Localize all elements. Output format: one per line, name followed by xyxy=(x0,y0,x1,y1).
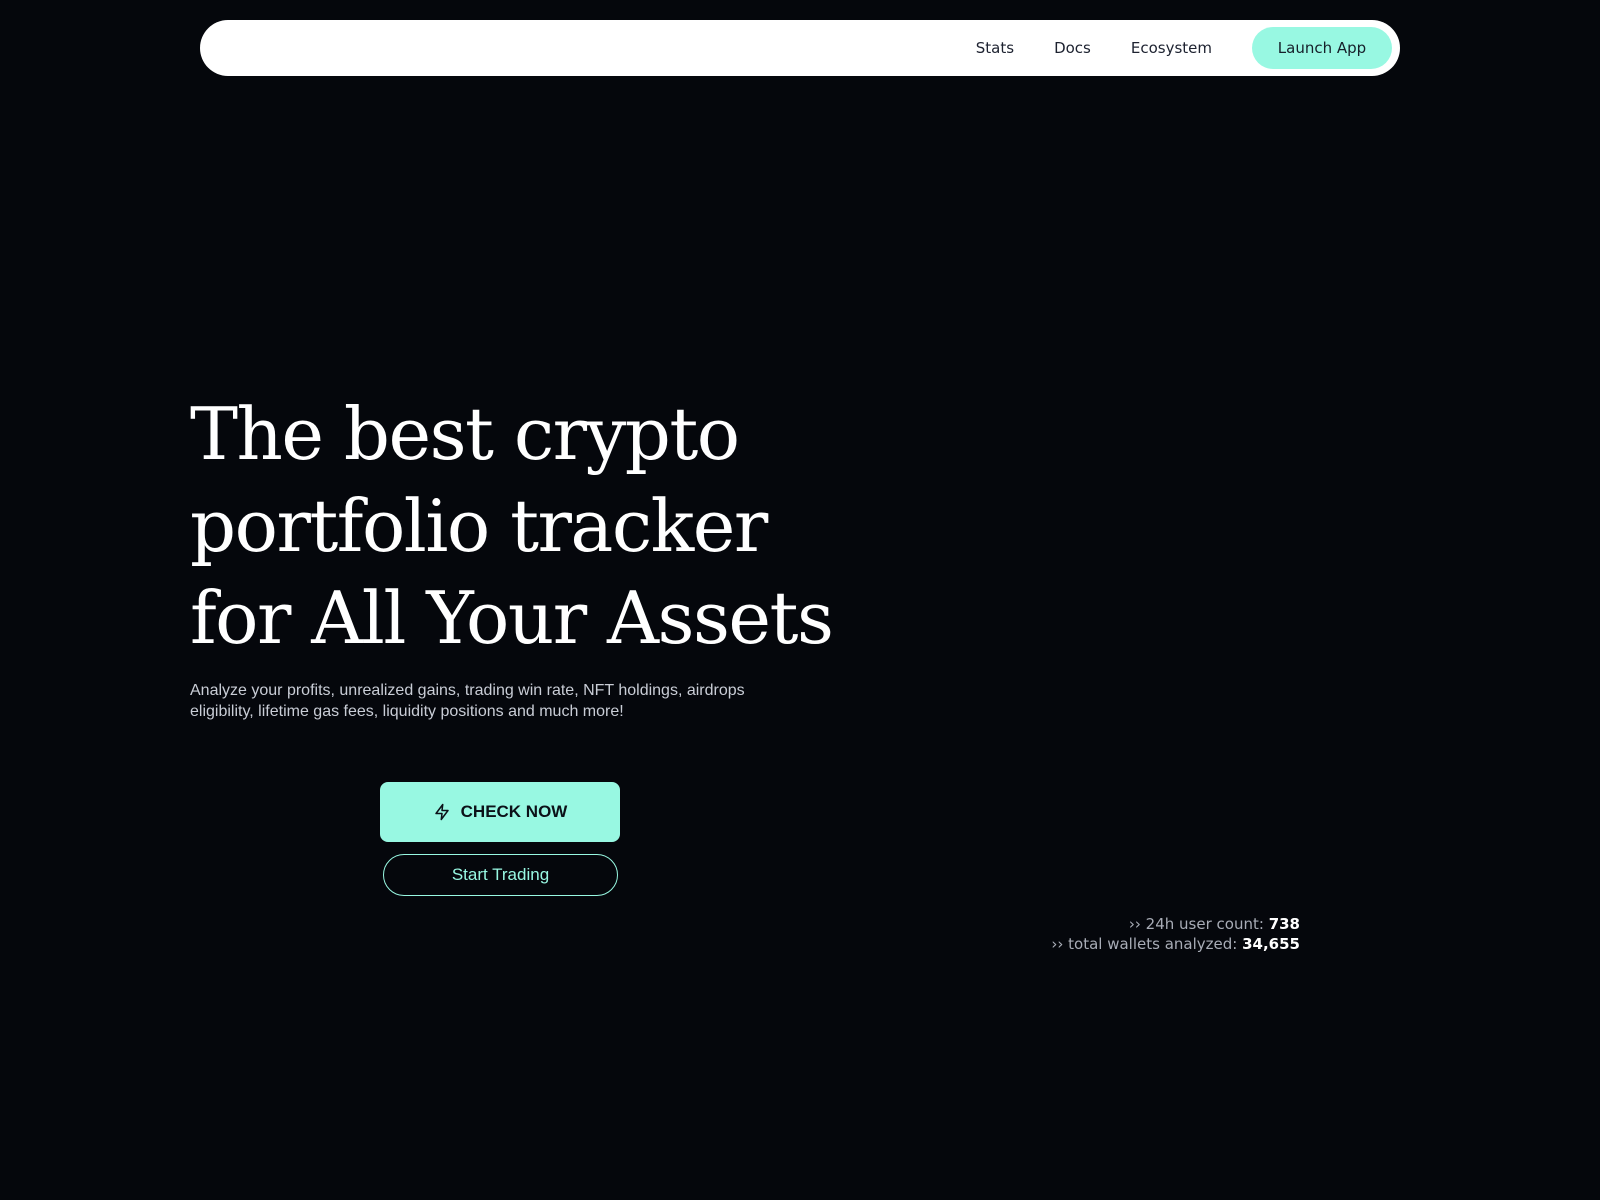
nav-links: Stats Docs Ecosystem Launch App xyxy=(976,20,1392,76)
hero-title-line-1: The best crypto xyxy=(190,392,740,476)
check-now-label: CHECK NOW xyxy=(460,802,568,821)
hero-title-line-2: portfolio tracker xyxy=(190,484,768,568)
nav-link-docs[interactable]: Docs xyxy=(1054,39,1091,57)
stats-panel: ›› 24h user count: 738 ›› total wallets … xyxy=(1051,914,1300,954)
launch-app-button[interactable]: Launch App xyxy=(1252,27,1392,69)
user-count-label: ›› 24h user count: xyxy=(1128,915,1264,933)
hero-title-line-3: for All Your Assets xyxy=(190,576,834,660)
top-navbar: Stats Docs Ecosystem Launch App xyxy=(200,20,1400,76)
nav-link-stats[interactable]: Stats xyxy=(976,39,1014,57)
hero-subtitle: Analyze your profits, unrealized gains, … xyxy=(190,682,745,720)
nav-link-ecosystem[interactable]: Ecosystem xyxy=(1131,39,1212,57)
start-trading-button[interactable]: Start Trading xyxy=(383,854,618,896)
wallets-analyzed-row: ›› total wallets analyzed: 34,655 xyxy=(1051,934,1300,954)
wallets-analyzed-value: 34,655 xyxy=(1242,935,1300,953)
check-now-button[interactable]: CHECK NOW xyxy=(380,782,620,842)
lightning-bolt-icon xyxy=(434,803,449,821)
wallets-analyzed-label: ›› total wallets analyzed: xyxy=(1051,935,1238,953)
user-count-value: 738 xyxy=(1268,915,1300,933)
user-count-row: ›› 24h user count: 738 xyxy=(1051,914,1300,934)
hero-title: The best crypto portfolio tracker for Al… xyxy=(190,388,834,664)
